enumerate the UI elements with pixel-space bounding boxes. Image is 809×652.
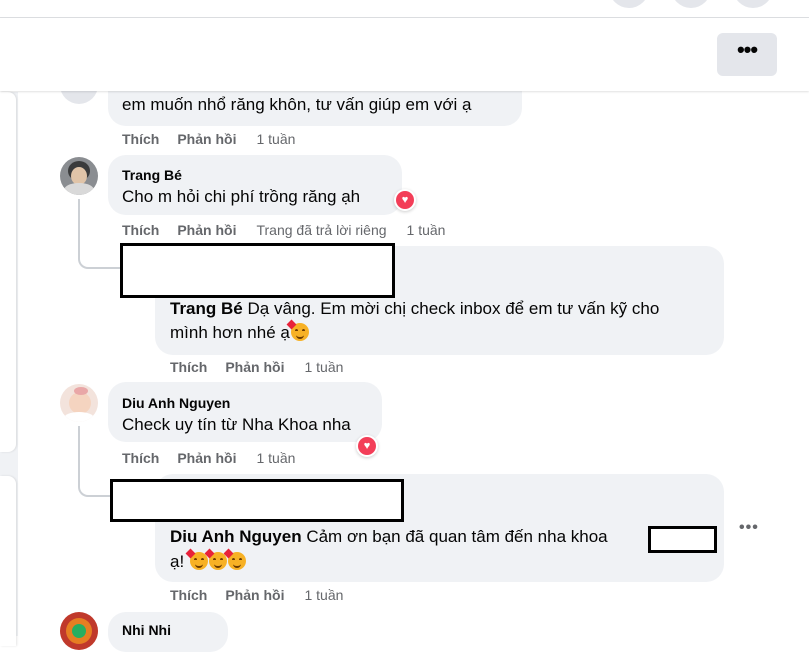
thread-line <box>78 426 80 477</box>
timestamp[interactable]: 1 tuần <box>304 359 343 375</box>
reply-actions: Thích Phản hồi 1 tuần <box>170 587 343 603</box>
top-bar <box>0 0 809 18</box>
comment-actions: Thích Phản hồi 1 tuần <box>122 131 295 147</box>
comment-text: Cho m hỏi chi phí trồng răng ạh <box>122 187 361 206</box>
reply-text: mình hơn nhé ạ <box>170 323 290 342</box>
nav-circle-button[interactable] <box>671 0 711 8</box>
reply-text: ạ! <box>170 552 185 571</box>
heart-icon[interactable]: ♥ <box>356 435 378 457</box>
more-options-button[interactable]: ••• <box>717 33 777 76</box>
left-card <box>0 476 16 646</box>
timestamp[interactable]: 1 tuần <box>407 222 446 238</box>
comment-actions: Thích Phản hồi Trang đã trả lời riêng 1 … <box>122 222 445 238</box>
reply-text-line: mình hơn nhé ạ <box>170 319 309 343</box>
comment-actions: Thích Phản hồi 1 tuần <box>122 450 295 466</box>
smiling-face-with-hearts-icon <box>286 319 309 341</box>
thread-connector <box>78 245 120 269</box>
avatar[interactable] <box>60 384 98 422</box>
redacted-text <box>648 526 717 553</box>
like-button[interactable]: Thích <box>170 587 207 603</box>
comment-text: em muốn nhổ răng khôn, tư vấn giúp em vớ… <box>122 95 472 114</box>
timestamp[interactable]: 1 tuần <box>256 450 295 466</box>
reply-text-line: Trang Bé Dạ vâng. Em mời chị check inbox… <box>170 299 659 319</box>
redacted-avatar-name <box>120 243 395 298</box>
mention-link[interactable]: Diu Anh Nguyen <box>170 527 302 546</box>
reply-text-line: Diu Anh Nguyen Cảm ơn bạn đã quan tâm đế… <box>170 527 608 547</box>
like-button[interactable]: Thích <box>122 450 159 466</box>
reply-button[interactable]: Phản hồi <box>177 131 236 147</box>
timestamp[interactable]: 1 tuần <box>256 131 295 147</box>
timestamp[interactable]: 1 tuần <box>304 587 343 603</box>
avatar[interactable] <box>60 157 98 195</box>
comment-more-button[interactable]: ••• <box>739 519 759 537</box>
like-button[interactable]: Thích <box>122 131 159 147</box>
reply-text-line: ạ! <box>170 548 246 572</box>
reply-actions: Thích Phản hồi 1 tuần <box>170 359 343 375</box>
comment-author[interactable]: Trang Bé <box>122 167 182 183</box>
more-options-label: ••• <box>736 36 758 62</box>
mention-link[interactable]: Trang Bé <box>170 299 243 318</box>
reply-button[interactable]: Phản hồi <box>225 587 284 603</box>
smiling-face-with-hearts-icon <box>223 548 246 570</box>
comment-author[interactable]: Diu Anh Nguyen <box>122 395 230 411</box>
reply-button[interactable]: Phản hồi <box>177 222 236 238</box>
heart-icon[interactable]: ♥ <box>394 189 416 211</box>
like-button[interactable]: Thích <box>170 359 207 375</box>
like-button[interactable]: Thích <box>122 222 159 238</box>
reply-text: Cảm ơn bạn đã quan tâm đến nha khoa <box>306 527 608 546</box>
reply-button[interactable]: Phản hồi <box>225 359 284 375</box>
post-header: ••• <box>0 18 809 91</box>
private-reply-note: Trang đã trả lời riêng <box>256 222 387 238</box>
nav-circle-button[interactable] <box>733 0 773 8</box>
nav-circle-button[interactable] <box>609 0 649 8</box>
redacted-avatar-name <box>110 479 404 522</box>
reply-text: Dạ vâng. Em mời chị check inbox để em tư… <box>247 299 660 318</box>
left-card <box>0 92 16 452</box>
reply-button[interactable]: Phản hồi <box>177 450 236 466</box>
avatar[interactable] <box>60 612 98 650</box>
comment-text: Check uy tín từ Nha Khoa nha <box>122 415 351 434</box>
thread-line <box>78 199 80 249</box>
